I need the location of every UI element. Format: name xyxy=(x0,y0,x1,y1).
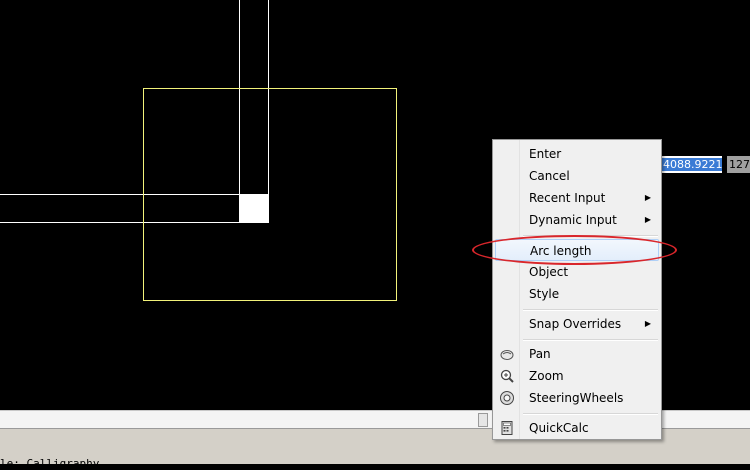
menu-item-cancel[interactable]: Cancel xyxy=(495,165,659,187)
menu-item-label: Pan xyxy=(529,347,551,361)
menu-item-enter[interactable]: Enter xyxy=(495,143,659,165)
menu-item-label: Style xyxy=(529,287,560,301)
menu-separator xyxy=(523,413,658,415)
dynamic-input-x-field[interactable]: 4088.9221 xyxy=(660,156,722,173)
menu-item-label: Recent Input xyxy=(529,191,606,205)
menu-item-steeringwheels[interactable]: SteeringWheels xyxy=(495,387,659,409)
menu-item-zoom[interactable]: Zoom xyxy=(495,365,659,387)
yellow-rectangle xyxy=(143,88,397,301)
scrollbar-thumb[interactable] xyxy=(478,413,488,427)
menu-item-label: QuickCalc xyxy=(529,421,589,435)
menu-separator xyxy=(523,339,658,341)
dynamic-input-x-value: 4088.9221 xyxy=(662,158,722,171)
menu-item-snap-overrides[interactable]: Snap Overrides ▶ xyxy=(495,313,659,335)
red-annotation-ellipse xyxy=(472,235,677,265)
menu-item-recent-input[interactable]: Recent Input ▶ xyxy=(495,187,659,209)
pan-hand-icon xyxy=(500,350,514,360)
menu-item-label: Snap Overrides xyxy=(529,317,622,331)
command-line-text: le: Calligraphy xyxy=(0,457,100,470)
menu-item-label: SteeringWheels xyxy=(529,391,624,405)
zoom-magnifier-icon xyxy=(500,369,514,383)
menu-item-label: Dynamic Input xyxy=(529,213,617,227)
steering-wheel-icon xyxy=(500,391,514,405)
menu-item-label: Cancel xyxy=(529,169,570,183)
menu-item-quickcalc[interactable]: QuickCalc xyxy=(495,417,659,439)
submenu-arrow-icon: ▶ xyxy=(644,215,651,224)
submenu-arrow-icon: ▶ xyxy=(644,319,651,328)
calculator-icon xyxy=(501,421,513,435)
submenu-arrow-icon: ▶ xyxy=(644,193,651,202)
menu-item-label: Zoom xyxy=(529,369,564,383)
menu-item-pan[interactable]: Pan xyxy=(495,343,659,365)
context-menu: Enter Cancel Recent Input ▶ Dynamic Inpu… xyxy=(492,139,662,440)
menu-item-style[interactable]: Style xyxy=(495,283,659,305)
dynamic-input-y-field[interactable]: 1274 xyxy=(727,156,750,173)
menu-item-label: Enter xyxy=(529,147,562,161)
menu-item-dynamic-input[interactable]: Dynamic Input ▶ xyxy=(495,209,659,231)
menu-separator xyxy=(523,309,658,311)
